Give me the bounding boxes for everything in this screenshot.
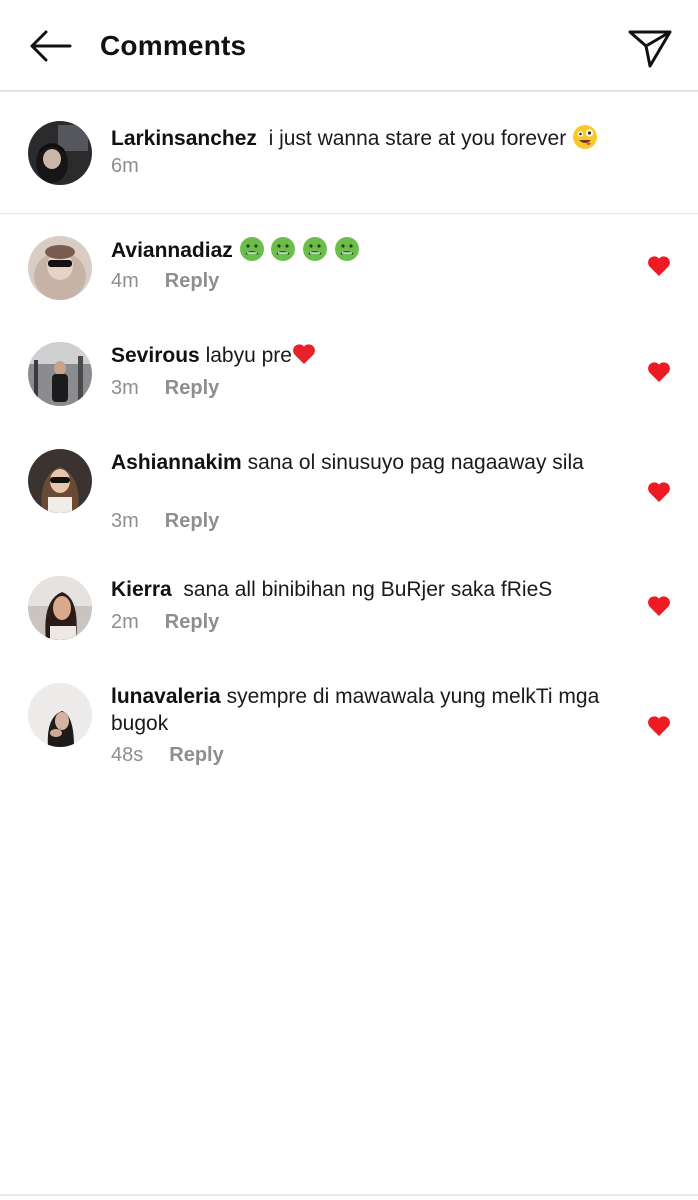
red-heart-emoji-icon	[293, 344, 315, 364]
caption-body: i just wanna stare at you forever	[268, 127, 567, 150]
heart-icon[interactable]	[647, 595, 671, 617]
avatar[interactable]	[28, 342, 92, 406]
reply-button[interactable]: Reply	[165, 377, 219, 399]
heart-icon[interactable]	[647, 715, 671, 737]
comment-username[interactable]: Sevirous	[111, 344, 200, 367]
back-button[interactable]	[26, 28, 74, 64]
bottom-divider	[0, 1194, 698, 1196]
avatar[interactable]	[28, 449, 92, 513]
caption-username[interactable]: Larkinsanchez	[111, 127, 257, 150]
caption-text: Larkinsanchez i just wanna stare at you …	[111, 124, 631, 152]
comment-time: 48s	[111, 744, 144, 766]
heart-icon[interactable]	[647, 481, 671, 503]
comment-body: labyu pre	[205, 344, 292, 367]
share-button[interactable]	[626, 26, 674, 70]
comment-time: 2m	[111, 611, 139, 633]
nauseated-face-emoji-icon	[239, 237, 264, 261]
comment-meta: 2m Reply	[111, 611, 219, 634]
avatar[interactable]	[28, 576, 92, 640]
caption-meta: 6m	[111, 155, 139, 178]
comment-username[interactable]: lunavaleria	[111, 685, 221, 708]
heart-icon[interactable]	[647, 361, 671, 383]
top-bar: Comments	[0, 0, 698, 92]
reply-button[interactable]: Reply	[165, 611, 219, 633]
reply-button[interactable]: Reply	[169, 744, 223, 766]
nauseated-face-emoji-icon	[303, 237, 328, 261]
comment-meta: 3m Reply	[111, 510, 219, 533]
comment-text: Aviannadiaz	[111, 236, 631, 264]
nauseated-face-emoji-icon	[271, 237, 296, 261]
comment-username[interactable]: Aviannadiaz	[111, 239, 233, 262]
heart-icon[interactable]	[647, 255, 671, 277]
comment-meta: 4m Reply	[111, 270, 219, 293]
comment-username[interactable]: Kierra	[111, 578, 172, 601]
caption-block: Larkinsanchez i just wanna stare at you …	[0, 92, 698, 214]
avatar[interactable]	[28, 236, 92, 300]
comment-time: 3m	[111, 377, 139, 399]
comment-time: 4m	[111, 270, 139, 292]
comment-username[interactable]: Ashiannakim	[111, 451, 242, 474]
comment-body: sana all binibihan ng BuRjer saka fRieS	[183, 578, 553, 601]
comment-text: Ashiannakim sana ol sinusuyo pag nagaawa…	[111, 449, 601, 476]
comment-text: lunavaleria syempre di mawawala yung mel…	[111, 683, 611, 737]
comment-meta: 48s Reply	[111, 744, 224, 767]
comments-screen: Comments Larkinsanchez i just wanna star…	[0, 0, 698, 1200]
comment-body: sana ol sinusuyo pag nagaaway sila	[247, 451, 584, 474]
arrow-left-icon	[30, 30, 72, 62]
avatar[interactable]	[28, 121, 92, 185]
reply-button[interactable]: Reply	[165, 510, 219, 532]
reply-button[interactable]: Reply	[165, 270, 219, 292]
comment-text: Sevirous labyu pre	[111, 342, 631, 369]
nauseated-face-emoji-icon	[335, 237, 360, 261]
avatar[interactable]	[28, 683, 92, 747]
caption-time: 6m	[111, 155, 139, 177]
comment-text: Kierra sana all binibihan ng BuRjer saka…	[111, 576, 631, 603]
paper-plane-icon	[628, 30, 672, 68]
zany-face-emoji-icon	[573, 125, 598, 149]
comment-time: 3m	[111, 510, 139, 532]
comment-meta: 3m Reply	[111, 377, 219, 400]
page-title: Comments	[100, 30, 247, 61]
emoji-group	[239, 237, 361, 262]
